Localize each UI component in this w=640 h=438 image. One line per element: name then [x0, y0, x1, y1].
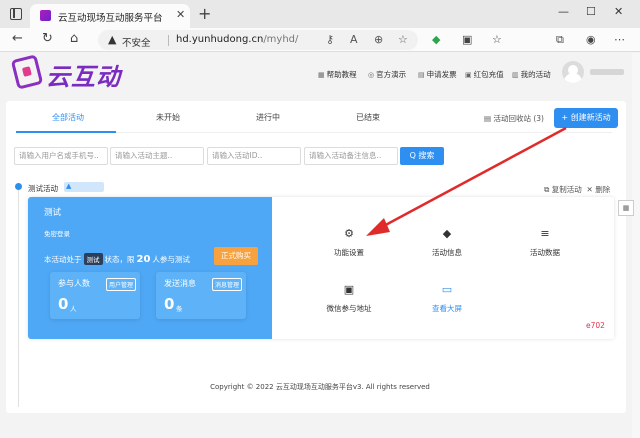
- activity-data[interactable]: ≡ 活动数据: [510, 227, 580, 258]
- activity-info[interactable]: ◆ 活动信息: [412, 227, 482, 258]
- tab-in-progress[interactable]: 进行中: [256, 112, 280, 123]
- collections-icon[interactable]: ⧉: [556, 33, 564, 47]
- nav-my-activities[interactable]: ▥ 我的活动: [512, 69, 551, 80]
- participants-stat: 参与人数 用户管理 0 人: [50, 272, 140, 319]
- delete-activity-link[interactable]: ✕ 删除: [587, 185, 611, 194]
- profile-icon[interactable]: ◉: [586, 33, 596, 46]
- close-window-icon[interactable]: ✕: [614, 5, 623, 18]
- user-management-button[interactable]: 用户管理: [105, 278, 136, 291]
- activity-id-filter-input[interactable]: 请输入活动ID..: [207, 147, 301, 165]
- tab-title: 云互动现场互动服务平台: [58, 13, 163, 24]
- view-big-screen[interactable]: ▭ 查看大屏: [412, 283, 482, 314]
- reload-icon[interactable]: ↻: [42, 31, 53, 46]
- tab-not-started[interactable]: 未开始: [156, 112, 180, 123]
- window-menu-icon[interactable]: [10, 8, 22, 20]
- activity-summary: 测试 免密登录 本活动处于 测试 状态，限 20 人参与测试 正式购买 参与人数 用户管…: [28, 197, 272, 339]
- nav-redpacket[interactable]: ▣ 红包充值: [465, 69, 504, 80]
- tab-close-icon[interactable]: ✕: [176, 8, 185, 21]
- invoice-icon: ▤: [418, 71, 425, 79]
- search-button[interactable]: Q 搜索: [400, 147, 444, 165]
- browser-tabbar: 云互动现场互动服务平台 ✕ + — ☐ ✕: [0, 0, 640, 28]
- browser-toolbar: ← ↻ ⌂ ▲ 不安全 hd.yunhudong.cn/myhd/ ⚷ A ⊕ …: [0, 28, 640, 52]
- side-qr-icon[interactable]: ▦: [618, 200, 634, 216]
- activity-id: e702: [586, 321, 605, 330]
- help-icon: ▦: [318, 71, 325, 79]
- login-mode: 免密登录: [44, 230, 70, 238]
- divider: [168, 35, 169, 46]
- read-aloud-icon[interactable]: A: [350, 33, 358, 46]
- monitor-icon: ▭: [441, 283, 453, 296]
- footer-copyright: Copyright © 2022 云互动现场互动服务平台v3. All righ…: [210, 383, 430, 391]
- address-bar[interactable]: ▲ 不安全 hd.yunhudong.cn/myhd/ ⚷ A ⊕ ☆: [98, 30, 418, 50]
- buy-button[interactable]: 正式购买: [214, 247, 258, 265]
- copy-activity-link[interactable]: ⧉ 复制活动 ✕ 删除: [544, 184, 610, 195]
- status-badge: 测试: [83, 253, 103, 265]
- message-management-button[interactable]: 消息管理: [211, 278, 242, 291]
- topic-filter-input[interactable]: 请输入活动主题..: [110, 147, 204, 165]
- recycle-bin-link[interactable]: ▤ 活动回收站 (3): [484, 113, 544, 124]
- new-tab-icon[interactable]: +: [198, 4, 211, 23]
- demo-icon: ◎: [368, 71, 375, 79]
- username-filter-input[interactable]: 请输入用户名或手机号..: [14, 147, 108, 165]
- browser-tab[interactable]: 云互动现场互动服务平台 ✕: [30, 4, 190, 28]
- home-icon[interactable]: ⌂: [70, 31, 78, 46]
- logo-phone-icon: [10, 54, 44, 90]
- not-secure-label: 不安全: [122, 38, 151, 49]
- participants-count: 0: [58, 295, 69, 313]
- extension-icon[interactable]: ▣: [462, 33, 472, 46]
- nav-help[interactable]: ▦ 帮助教程: [318, 69, 357, 80]
- favicon-icon: [40, 10, 51, 21]
- activity-name: 测试活动: [28, 184, 58, 193]
- activity-title: 测试: [44, 208, 62, 218]
- back-icon[interactable]: ←: [12, 31, 23, 46]
- timeline-dot: [15, 183, 22, 190]
- timeline-line: [18, 189, 19, 407]
- page: 云互动 ▦ 帮助教程 ◎ 官方演示 ▤ 申请发票 ▣ 红包充值 ▥ 我的活动 全部活动 未…: [0, 53, 640, 438]
- user-icon: ▲: [66, 182, 72, 190]
- warning-icon: ▲: [108, 33, 117, 46]
- database-icon: ≡: [540, 227, 550, 240]
- create-activity-button[interactable]: + 创建新活动: [554, 108, 618, 128]
- more-menu-icon[interactable]: ⋯: [614, 33, 625, 46]
- scrollbar[interactable]: [632, 53, 640, 438]
- minimize-icon[interactable]: —: [558, 5, 569, 18]
- activity-owner-tag: ▲: [64, 182, 104, 192]
- tab-all[interactable]: 全部活动: [52, 112, 84, 123]
- wechat-join-url[interactable]: ▣ 微信参与地址: [314, 283, 384, 314]
- activity-status: 本活动处于 测试 状态，限 20 人参与测试: [44, 253, 190, 265]
- avatar[interactable]: [562, 61, 584, 83]
- gear-icon: ⚙: [344, 227, 354, 240]
- messages-count: 0: [164, 295, 175, 313]
- password-key-icon[interactable]: ⚷: [326, 33, 334, 46]
- activity-card: 测试 免密登录 本活动处于 测试 状态，限 20 人参与测试 正式购买 参与人数 用户管…: [28, 197, 614, 339]
- nav-demo[interactable]: ◎ 官方演示: [368, 69, 406, 80]
- active-tab-indicator: [16, 131, 116, 133]
- main-panel: 全部活动 未开始 进行中 已结束 ▤ 活动回收站 (3) + 创建新活动 请输入…: [6, 101, 626, 413]
- url-text[interactable]: hd.yunhudong.cn/myhd/: [176, 34, 298, 45]
- favorites-icon[interactable]: ☆: [492, 33, 502, 46]
- extension-shield-icon[interactable]: ◆: [432, 33, 440, 46]
- qr-scan-icon: ▣: [343, 283, 355, 296]
- logo-text[interactable]: 云互动: [46, 57, 121, 92]
- maximize-icon[interactable]: ☐: [586, 5, 596, 18]
- redpacket-icon: ▣: [465, 71, 472, 79]
- username-redacted[interactable]: [590, 69, 624, 75]
- remark-filter-input[interactable]: 请输入活动备注信息..: [304, 147, 398, 165]
- tag-icon: ◆: [442, 227, 452, 240]
- tab-ended[interactable]: 已结束: [356, 112, 380, 123]
- activities-icon: ▥: [512, 71, 519, 79]
- feature-settings[interactable]: ⚙ 功能设置: [314, 227, 384, 258]
- zoom-icon[interactable]: ⊕: [374, 33, 383, 46]
- messages-stat: 发送消息 消息管理 0 条: [156, 272, 246, 319]
- nav-invoice[interactable]: ▤ 申请发票: [418, 69, 457, 80]
- favorite-star-icon[interactable]: ☆: [398, 33, 408, 46]
